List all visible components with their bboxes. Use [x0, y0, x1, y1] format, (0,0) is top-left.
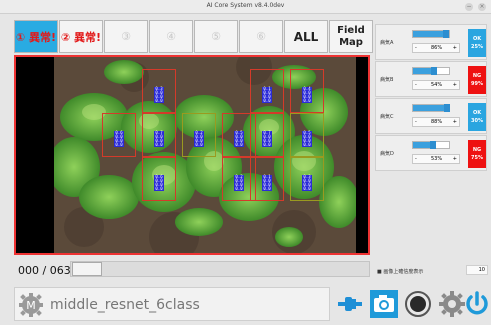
class-name: 病気D	[380, 151, 394, 157]
confidence-label: 0.1 0.0 0.0 0.0	[262, 86, 272, 103]
numeric-input[interactable]: 10	[466, 265, 488, 275]
slider-fill	[413, 142, 430, 148]
app-window: AI Core System v8.4.0dev − × ① 異常! ② 異常!…	[0, 0, 491, 325]
class-name: 病気B	[380, 77, 394, 83]
title-bar: AI Core System v8.4.0dev − ×	[0, 0, 491, 14]
threshold-slider[interactable]	[412, 104, 450, 112]
decrement-button[interactable]: -	[415, 45, 417, 51]
camera-icon[interactable]	[370, 290, 398, 318]
confidence-label: 0.2 0.0 0.0 0.0	[234, 174, 244, 191]
increment-button[interactable]: +	[453, 82, 457, 88]
slider-fill	[413, 105, 444, 111]
slider-knob[interactable]	[443, 30, 449, 38]
close-icon[interactable]: ×	[478, 3, 486, 11]
increment-button[interactable]: +	[453, 119, 457, 125]
minimize-icon[interactable]: −	[465, 3, 473, 11]
confidence-label: 0.5 0.0 0.0 0.0	[302, 130, 312, 147]
confidence-label: 0.1 0.0 0.0 0.0	[262, 174, 272, 191]
gear-m-icon[interactable]: M	[18, 292, 44, 318]
gear-icon[interactable]	[438, 290, 466, 318]
tab-camera-5[interactable]: ⑤	[194, 20, 238, 53]
camera-tabs: ① 異常! ② 異常! ③ ④ ⑤ ⑥ ALL Field Map	[14, 20, 374, 53]
connector-icon[interactable]	[336, 290, 364, 318]
threshold-stepper[interactable]: - 86% +	[412, 43, 460, 53]
tab-camera-1[interactable]: ① 異常!	[14, 20, 58, 53]
class-card-d: 病気D - 53% + NG 75%	[375, 135, 487, 171]
tab-all[interactable]: ALL	[284, 20, 328, 53]
confidence-label: 0.3 0.0 0.0 0.0	[302, 174, 312, 191]
class-card-b: 病気B - 54% + NG 99%	[375, 61, 487, 97]
decrement-button[interactable]: -	[415, 156, 417, 162]
tab-field-map[interactable]: Field Map	[329, 20, 373, 53]
power-icon[interactable]	[464, 290, 490, 318]
threshold-slider[interactable]	[412, 141, 450, 149]
increment-button[interactable]: +	[453, 45, 457, 51]
tab-camera-4[interactable]: ④	[149, 20, 193, 53]
class-name: 病気A	[380, 40, 394, 46]
show-confidence-option[interactable]: ■ 画像上確信度表示	[377, 268, 423, 275]
threshold-stepper[interactable]: - 54% +	[412, 80, 460, 90]
confidence-label: 0.7 0.0 0.0 0.0	[154, 130, 164, 147]
model-name: middle_resnet_6class	[50, 297, 200, 313]
class-card-a: 病気A - 86% + OK 25%	[375, 24, 487, 60]
decrement-button[interactable]: -	[415, 82, 417, 88]
slider-knob[interactable]	[430, 141, 436, 149]
confidence-label: 0.2 0.0 0.0 0.0	[194, 130, 204, 147]
tab-camera-3[interactable]: ③	[104, 20, 148, 53]
class-card-c: 病気C - 88% + OK 30%	[375, 98, 487, 134]
increment-button[interactable]: +	[453, 156, 457, 162]
threshold-value: 88%	[431, 119, 443, 125]
svg-text:M: M	[26, 299, 36, 312]
threshold-stepper[interactable]: - 53% +	[412, 154, 460, 164]
status-badge: NG 99%	[468, 66, 486, 94]
status-badge: NG 75%	[468, 140, 486, 168]
confidence-label: 0.6 0.0 0.0 0.0	[114, 130, 124, 147]
slider-fill	[413, 68, 431, 74]
frame-slider-handle[interactable]	[72, 262, 102, 276]
confidence-label: 0.7 0.0 0.0 0.0	[262, 130, 272, 147]
confidence-label: 0.4 0.0 0.0 0.0	[302, 86, 312, 103]
tab-camera-6[interactable]: ⑥	[239, 20, 283, 53]
confidence-label: 0.6 0.0 0.0 0.0	[154, 174, 164, 191]
tab-camera-2[interactable]: ② 異常!	[59, 20, 103, 53]
field-image: 0.3 0.0 0.0 0.0 0.6 0.0 0.0 0.0 0.7 0.0 0.0 0.0 0…	[54, 57, 356, 253]
frame-counter: 000 / 063	[18, 264, 71, 277]
threshold-value: 54%	[431, 82, 443, 88]
window-title: AI Core System v8.4.0dev	[206, 2, 285, 9]
class-name: 病気C	[380, 114, 394, 120]
threshold-slider[interactable]	[412, 67, 450, 75]
confidence-label: 0.3 0.0 0.0 0.0	[154, 86, 164, 103]
confidence-label: 0.5 0.0 0.0 0.0	[234, 130, 244, 147]
threshold-stepper[interactable]: - 88% +	[412, 117, 460, 127]
camera-view[interactable]: 0.3 0.0 0.0 0.0 0.6 0.0 0.0 0.0 0.7 0.0 0.0 0.0 0…	[14, 55, 370, 255]
slider-fill	[413, 31, 443, 37]
threshold-value: 53%	[431, 156, 443, 162]
slider-knob[interactable]	[444, 104, 450, 112]
threshold-value: 86%	[431, 45, 443, 51]
slider-knob[interactable]	[431, 67, 437, 75]
threshold-slider[interactable]	[412, 30, 450, 38]
record-icon[interactable]	[404, 290, 432, 318]
frame-slider[interactable]	[70, 261, 370, 277]
status-badge: OK 25%	[468, 29, 486, 57]
decrement-button[interactable]: -	[415, 119, 417, 125]
status-badge: OK 30%	[468, 103, 486, 131]
